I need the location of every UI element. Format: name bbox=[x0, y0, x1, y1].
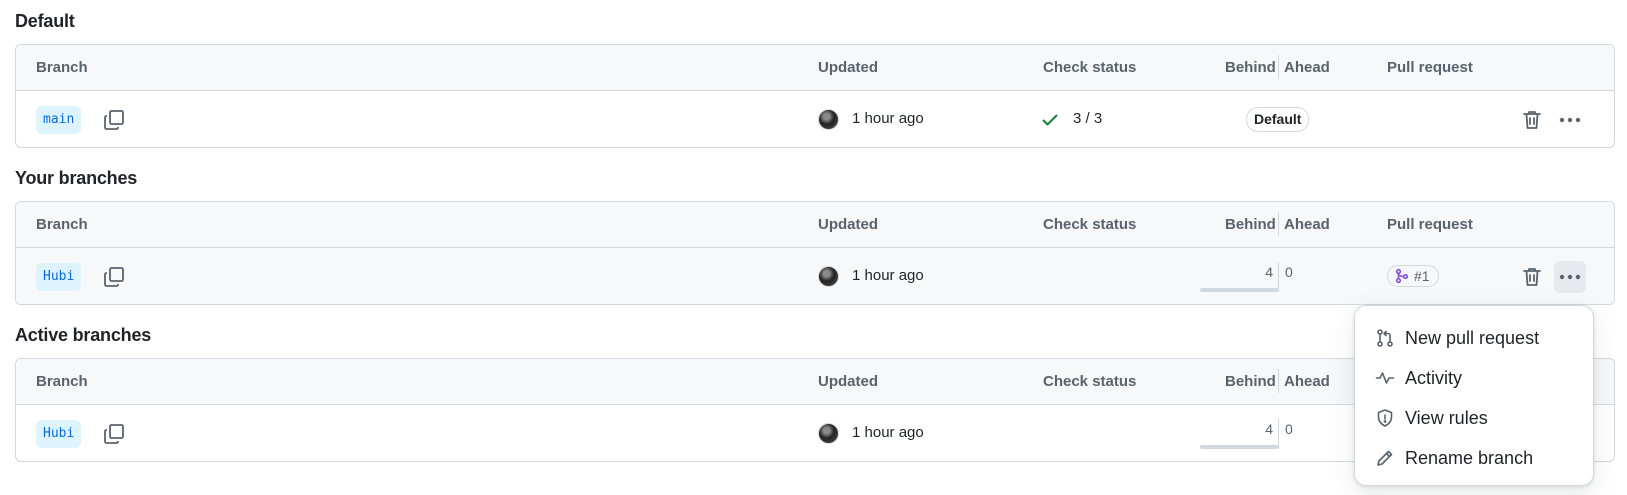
header-pull-request: Pull request bbox=[1387, 216, 1473, 233]
header-pull-request: Pull request bbox=[1387, 59, 1473, 76]
check-icon[interactable] bbox=[1040, 110, 1060, 130]
header-behind: Behind bbox=[1225, 373, 1276, 390]
menu-item-new-pull-request[interactable]: New pull request bbox=[1355, 318, 1593, 358]
header-branch: Branch bbox=[36, 216, 88, 233]
check-status-count[interactable]: 3 / 3 bbox=[1073, 110, 1102, 127]
branch-name-link[interactable]: Hubi bbox=[36, 263, 82, 291]
avatar[interactable] bbox=[818, 423, 839, 444]
ahead-count: 0 bbox=[1285, 421, 1293, 437]
header-updated: Updated bbox=[818, 59, 878, 76]
updated-time: 1 hour ago bbox=[852, 110, 924, 127]
trash-icon[interactable] bbox=[1520, 265, 1544, 289]
updated-time: 1 hour ago bbox=[852, 267, 924, 284]
branch-table-your-branches: Branch Updated Check status Behind Ahead… bbox=[15, 201, 1615, 305]
table-header: Branch Updated Check status Behind Ahead… bbox=[16, 45, 1614, 91]
menu-item-view-rules[interactable]: View rules bbox=[1355, 398, 1593, 438]
copy-icon[interactable] bbox=[102, 265, 126, 289]
menu-item-label: Activity bbox=[1405, 367, 1463, 388]
branch-name-link[interactable]: Hubi bbox=[36, 420, 82, 448]
table-header: Branch Updated Check status Behind Ahead… bbox=[16, 202, 1614, 248]
header-divider bbox=[1278, 369, 1279, 393]
shield-icon bbox=[1377, 409, 1393, 427]
kebab-horizontal-icon bbox=[1559, 117, 1581, 123]
behind-bar bbox=[1200, 445, 1278, 449]
behind-bar bbox=[1200, 288, 1278, 292]
pulse-icon bbox=[1375, 372, 1395, 384]
pencil-icon bbox=[1377, 450, 1393, 466]
avatar[interactable] bbox=[818, 266, 839, 287]
git-merge-icon bbox=[1395, 268, 1409, 284]
more-options-button[interactable] bbox=[1554, 261, 1586, 293]
ahead-behind-divider bbox=[1278, 262, 1279, 292]
header-ahead: Ahead bbox=[1284, 373, 1330, 390]
header-ahead: Ahead bbox=[1284, 216, 1330, 233]
header-updated: Updated bbox=[818, 373, 878, 390]
branch-name-link[interactable]: main bbox=[36, 106, 82, 134]
header-branch: Branch bbox=[36, 59, 88, 76]
header-check-status: Check status bbox=[1043, 373, 1137, 390]
kebab-horizontal-icon bbox=[1559, 274, 1581, 280]
behind-count: 4 bbox=[1265, 264, 1273, 280]
pull-request-number: #1 bbox=[1414, 268, 1430, 284]
header-behind: Behind bbox=[1225, 216, 1276, 233]
default-badge: Default bbox=[1246, 107, 1310, 132]
updated-time: 1 hour ago bbox=[852, 424, 924, 441]
more-options-button[interactable] bbox=[1554, 104, 1586, 136]
section-title-default: Default bbox=[15, 11, 75, 31]
ahead-count: 0 bbox=[1285, 264, 1293, 280]
header-ahead: Ahead bbox=[1284, 59, 1330, 76]
avatar[interactable] bbox=[818, 109, 839, 130]
header-check-status: Check status bbox=[1043, 216, 1137, 233]
table-row: main 1 hour ago 3 / 3 Default bbox=[16, 91, 1614, 147]
menu-item-label: Rename branch bbox=[1405, 447, 1534, 468]
copy-icon[interactable] bbox=[102, 422, 126, 446]
menu-item-rename-branch[interactable]: Rename branch bbox=[1355, 438, 1593, 478]
menu-item-activity[interactable]: Activity bbox=[1355, 358, 1593, 398]
header-branch: Branch bbox=[36, 373, 88, 390]
table-row: Hubi 1 hour ago 4 0 #1 bbox=[16, 248, 1614, 304]
git-pull-request-icon bbox=[1377, 329, 1393, 347]
section-title-your-branches: Your branches bbox=[15, 168, 138, 188]
pull-request-badge[interactable]: #1 bbox=[1387, 265, 1439, 287]
trash-icon[interactable] bbox=[1520, 108, 1544, 132]
menu-item-label: New pull request bbox=[1405, 327, 1540, 348]
menu-item-label: View rules bbox=[1405, 407, 1488, 428]
ahead-behind-divider bbox=[1278, 419, 1279, 449]
header-divider bbox=[1278, 212, 1279, 236]
header-behind: Behind bbox=[1225, 59, 1276, 76]
section-title-active-branches: Active branches bbox=[15, 325, 152, 345]
copy-icon[interactable] bbox=[102, 108, 126, 132]
branch-table-default: Branch Updated Check status Behind Ahead… bbox=[15, 44, 1615, 148]
behind-count: 4 bbox=[1265, 421, 1273, 437]
header-check-status: Check status bbox=[1043, 59, 1137, 76]
header-updated: Updated bbox=[818, 216, 878, 233]
branch-actions-menu: New pull request Activity View rules Ren… bbox=[1354, 305, 1594, 486]
header-divider bbox=[1278, 55, 1279, 79]
